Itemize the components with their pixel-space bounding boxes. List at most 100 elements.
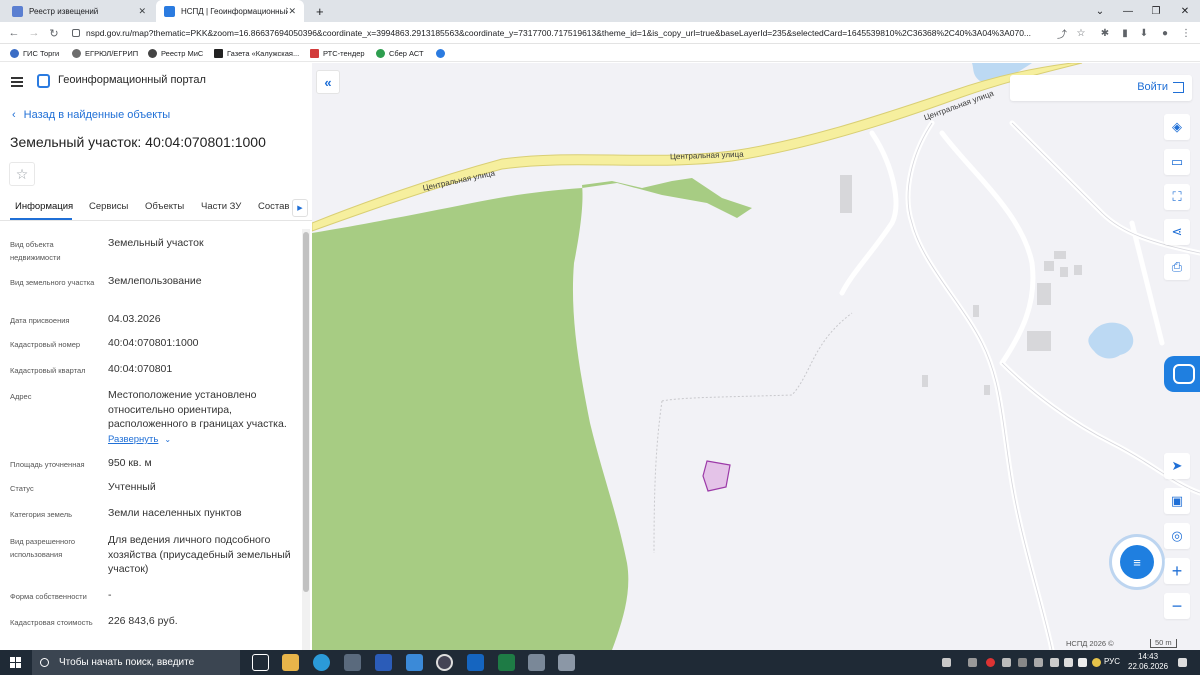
row-label: Дата присвоения	[10, 316, 70, 325]
chrome-icon[interactable]	[436, 654, 453, 671]
minimap-button[interactable]: ▣	[1164, 488, 1190, 514]
chevron-down-icon: ⌄	[164, 435, 172, 444]
yandex-tray-icon[interactable]	[1092, 658, 1101, 667]
row-label: Кадастровый квартал	[10, 366, 86, 375]
bookmark-extra-icon	[436, 48, 445, 58]
tab-parts[interactable]: Части ЗУ	[201, 201, 241, 212]
locate-direction-button[interactable]: ➤	[1164, 453, 1190, 479]
expand-address-link[interactable]: Развернуть ⌄	[108, 434, 171, 445]
bookmark-label: РТС-тендер	[323, 48, 365, 58]
tab-information[interactable]: Информация	[15, 201, 73, 212]
bookmark-extra[interactable]	[436, 44, 449, 62]
reload-icon[interactable]: ↻	[44, 22, 64, 44]
share-map-button[interactable]: ⋖	[1164, 219, 1190, 245]
bookmark-sber-ast[interactable]: Сбер АСТ	[376, 44, 424, 62]
zoom-out-button[interactable]: −	[1164, 593, 1190, 619]
hamburger-menu-icon[interactable]	[11, 77, 23, 87]
back-label: Назад в найденные объекты	[23, 109, 171, 121]
zoom-in-button[interactable]: +	[1164, 558, 1190, 584]
mail-icon[interactable]	[406, 654, 423, 671]
collapse-panel-button[interactable]: «	[316, 70, 340, 94]
minimize-button[interactable]: —	[1113, 0, 1143, 22]
assistant-side-badge[interactable]	[1164, 356, 1200, 392]
excel-icon[interactable]	[498, 654, 515, 671]
file-explorer-icon[interactable]	[282, 654, 299, 671]
bookmark-reestr-mis[interactable]: Реестр МиС	[148, 44, 203, 62]
measure-button[interactable]: ▭	[1164, 149, 1190, 175]
minimap-icon: ▣	[1170, 493, 1184, 508]
bookmark-star-icon[interactable]: ☆	[1074, 26, 1088, 40]
selected-parcel[interactable]	[702, 460, 731, 492]
tab-nspd[interactable]: НСПД | Геоинформационный п ✕	[156, 0, 304, 22]
forward-arrow-icon[interactable]: →	[24, 22, 44, 44]
buildings	[840, 175, 1082, 395]
row-value: Земельный участок	[108, 237, 204, 249]
select-area-button[interactable]: ⛶	[1164, 184, 1190, 210]
row-value: Учтенный	[108, 481, 156, 493]
volume-icon[interactable]	[1078, 658, 1087, 667]
close-tab-icon[interactable]: ✕	[138, 6, 146, 17]
geolocation-button[interactable]: ◎	[1164, 523, 1190, 549]
tab-services[interactable]: Сервисы	[89, 201, 128, 212]
bookmark-gazeta[interactable]: Газета «Калужская...	[214, 44, 299, 62]
tab-registry[interactable]: Реестр извещений ✕	[4, 0, 154, 22]
back-to-results-link[interactable]: ‹ Назад в найденные объекты	[12, 109, 170, 121]
sidebar-icon[interactable]: ▮	[1118, 26, 1132, 40]
edge-icon[interactable]	[313, 654, 330, 671]
login-button[interactable]: Войти	[1010, 75, 1192, 101]
share-icon[interactable]: ⤴	[1055, 26, 1069, 41]
task-view-icon[interactable]	[252, 654, 269, 671]
tray-opera-icon[interactable]	[986, 658, 995, 667]
store-icon[interactable]	[344, 654, 361, 671]
downloads-icon[interactable]: ⬇	[1137, 26, 1151, 40]
profile-avatar-icon[interactable]: ●	[1158, 26, 1172, 40]
geolocation-icon: ◎	[1171, 528, 1183, 543]
select-area-icon: ⛶	[1172, 189, 1182, 204]
new-tab-button[interactable]: +	[308, 0, 328, 22]
layers-button[interactable]: ◈	[1164, 114, 1190, 140]
network-icon[interactable]	[1064, 658, 1073, 667]
favorite-button[interactable]: ☆	[9, 162, 35, 186]
maximize-button[interactable]: ❐	[1141, 0, 1171, 22]
print-button[interactable]: ⎙	[1164, 254, 1190, 280]
tab-search-icon[interactable]: ⌄	[1085, 0, 1115, 22]
panel-scrollbar-thumb[interactable]	[303, 232, 309, 592]
tab-objects[interactable]: Объекты	[145, 201, 184, 212]
tab-composition[interactable]: Состав	[258, 201, 289, 212]
row-label: Площадь уточненная	[10, 460, 85, 469]
close-window-button[interactable]: ✕	[1170, 0, 1200, 22]
bookmark-label: ЕГРЮЛ/ЕГРИП	[85, 48, 139, 58]
reestr-mis-icon	[148, 48, 157, 58]
word-icon[interactable]	[375, 654, 392, 671]
outlook-icon[interactable]	[467, 654, 484, 671]
extensions-icon[interactable]: ✱	[1098, 26, 1112, 40]
menu-dots-icon[interactable]: ⋮	[1179, 26, 1193, 40]
close-tab-icon[interactable]: ✕	[288, 6, 296, 17]
tray-app-icon-3[interactable]	[1018, 658, 1027, 667]
tray-app-icon-4[interactable]	[1034, 658, 1043, 667]
notifications-icon[interactable]	[1178, 658, 1187, 667]
bookmark-egrul[interactable]: ЕГРЮЛ/ЕГРИП	[72, 44, 138, 62]
lock-icon	[72, 29, 80, 37]
bookmark-gis-torgi[interactable]: ГИС Торги	[10, 44, 59, 62]
footpaths	[653, 312, 853, 554]
tabs-scroll-right-button[interactable]: ▶	[292, 199, 308, 217]
taskbar-clock[interactable]: 14:43 22.06.2026	[1128, 652, 1168, 672]
back-arrow-icon[interactable]: ←	[4, 22, 24, 44]
map-canvas[interactable]: Центральная улица Центральная улица Цент…	[312, 63, 1200, 650]
row-value: 04.03.2026	[108, 313, 161, 325]
address-bar[interactable]: nspd.gov.ru/map?thematic=PKK&zoom=16.866…	[68, 25, 1078, 41]
row-label: Вид разрешенного использования	[10, 537, 76, 559]
bookmark-rts-tender[interactable]: РТС-тендер	[310, 44, 365, 62]
calculator-icon[interactable]	[528, 654, 545, 671]
windows-start-icon[interactable]	[10, 657, 21, 668]
taskbar-search[interactable]: Чтобы начать поиск, введите	[32, 650, 240, 675]
tray-app-icon[interactable]	[968, 658, 977, 667]
keyboard-tray-icon[interactable]	[942, 658, 951, 667]
app-icon[interactable]	[558, 654, 575, 671]
chat-button[interactable]: ≡	[1112, 537, 1162, 587]
forest-area	[312, 178, 752, 650]
tray-app-icon-5[interactable]	[1050, 658, 1059, 667]
tray-app-icon-2[interactable]	[1002, 658, 1011, 667]
language-indicator[interactable]: РУС	[1104, 657, 1120, 666]
